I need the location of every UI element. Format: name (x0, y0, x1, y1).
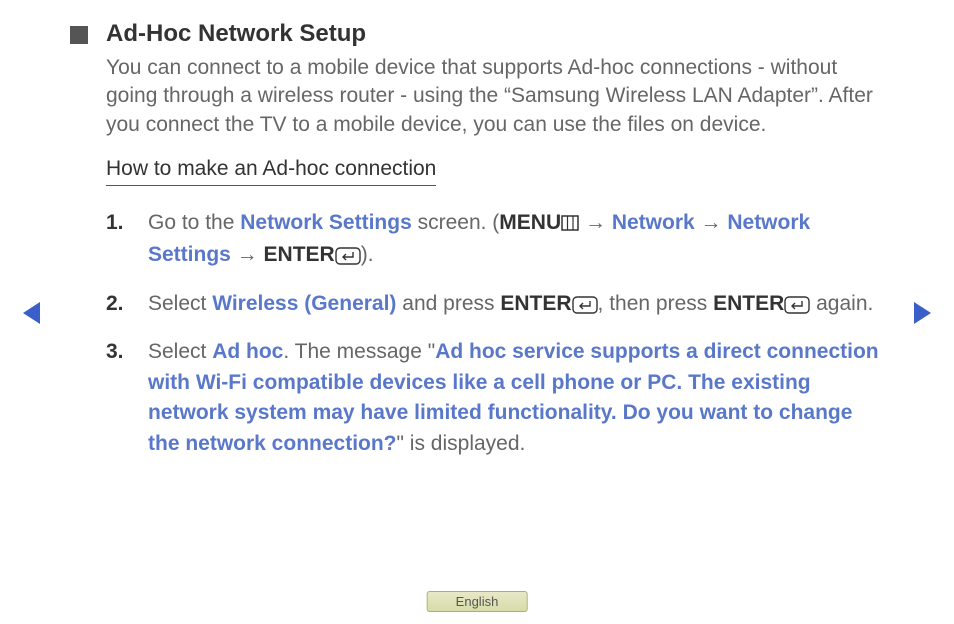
text: ). (361, 243, 374, 266)
step-body: Go to the Network Settings screen. (MENU… (148, 208, 884, 275)
step-2: 2. Select Wireless (General) and press E… (106, 289, 884, 323)
enter-icon (335, 244, 361, 274)
menu-icon (561, 210, 579, 240)
enter-label: ENTER (713, 292, 784, 315)
text: again. (810, 292, 873, 315)
link-ad-hoc: Ad hoc (212, 340, 283, 363)
intro-text: You can connect to a mobile device that … (106, 54, 884, 139)
enter-label: ENTER (264, 243, 335, 266)
text: . The message " (283, 340, 435, 363)
text: " is displayed. (397, 432, 526, 455)
link-network-settings: Network Settings (240, 211, 412, 234)
page-title: Ad-Hoc Network Setup (106, 20, 366, 48)
link-network: Network (612, 211, 695, 234)
prev-page-button[interactable] (20, 300, 42, 331)
language-badge[interactable]: English (427, 591, 528, 612)
steps-list: 1. Go to the Network Settings screen. (M… (106, 208, 884, 459)
page-content: Ad-Hoc Network Setup You can connect to … (0, 0, 954, 459)
step-3: 3. Select Ad hoc. The message "Ad hoc se… (106, 337, 884, 459)
step-number: 1. (106, 208, 126, 275)
step-body: Select Wireless (General) and press ENTE… (148, 289, 884, 323)
subheading: How to make an Ad-hoc connection (106, 157, 436, 186)
arrow-icon: → (231, 243, 264, 266)
step-number: 2. (106, 289, 126, 323)
text: and press (396, 292, 500, 315)
link-wireless-general: Wireless (General) (212, 292, 396, 315)
step-1: 1. Go to the Network Settings screen. (M… (106, 208, 884, 275)
text: Select (148, 340, 212, 363)
heading-row: Ad-Hoc Network Setup (70, 20, 884, 48)
menu-label: MENU (499, 211, 561, 234)
enter-icon (572, 293, 598, 323)
step-number: 3. (106, 337, 126, 459)
arrow-icon: → (579, 211, 612, 234)
next-page-button[interactable] (912, 300, 934, 331)
enter-label: ENTER (500, 292, 571, 315)
text: screen. ( (412, 211, 500, 234)
text: , then press (598, 292, 714, 315)
arrow-icon: → (695, 211, 728, 234)
enter-icon (784, 293, 810, 323)
step-body: Select Ad hoc. The message "Ad hoc servi… (148, 337, 884, 459)
bullet-square-icon (70, 26, 88, 44)
text: Go to the (148, 211, 240, 234)
text: Select (148, 292, 212, 315)
